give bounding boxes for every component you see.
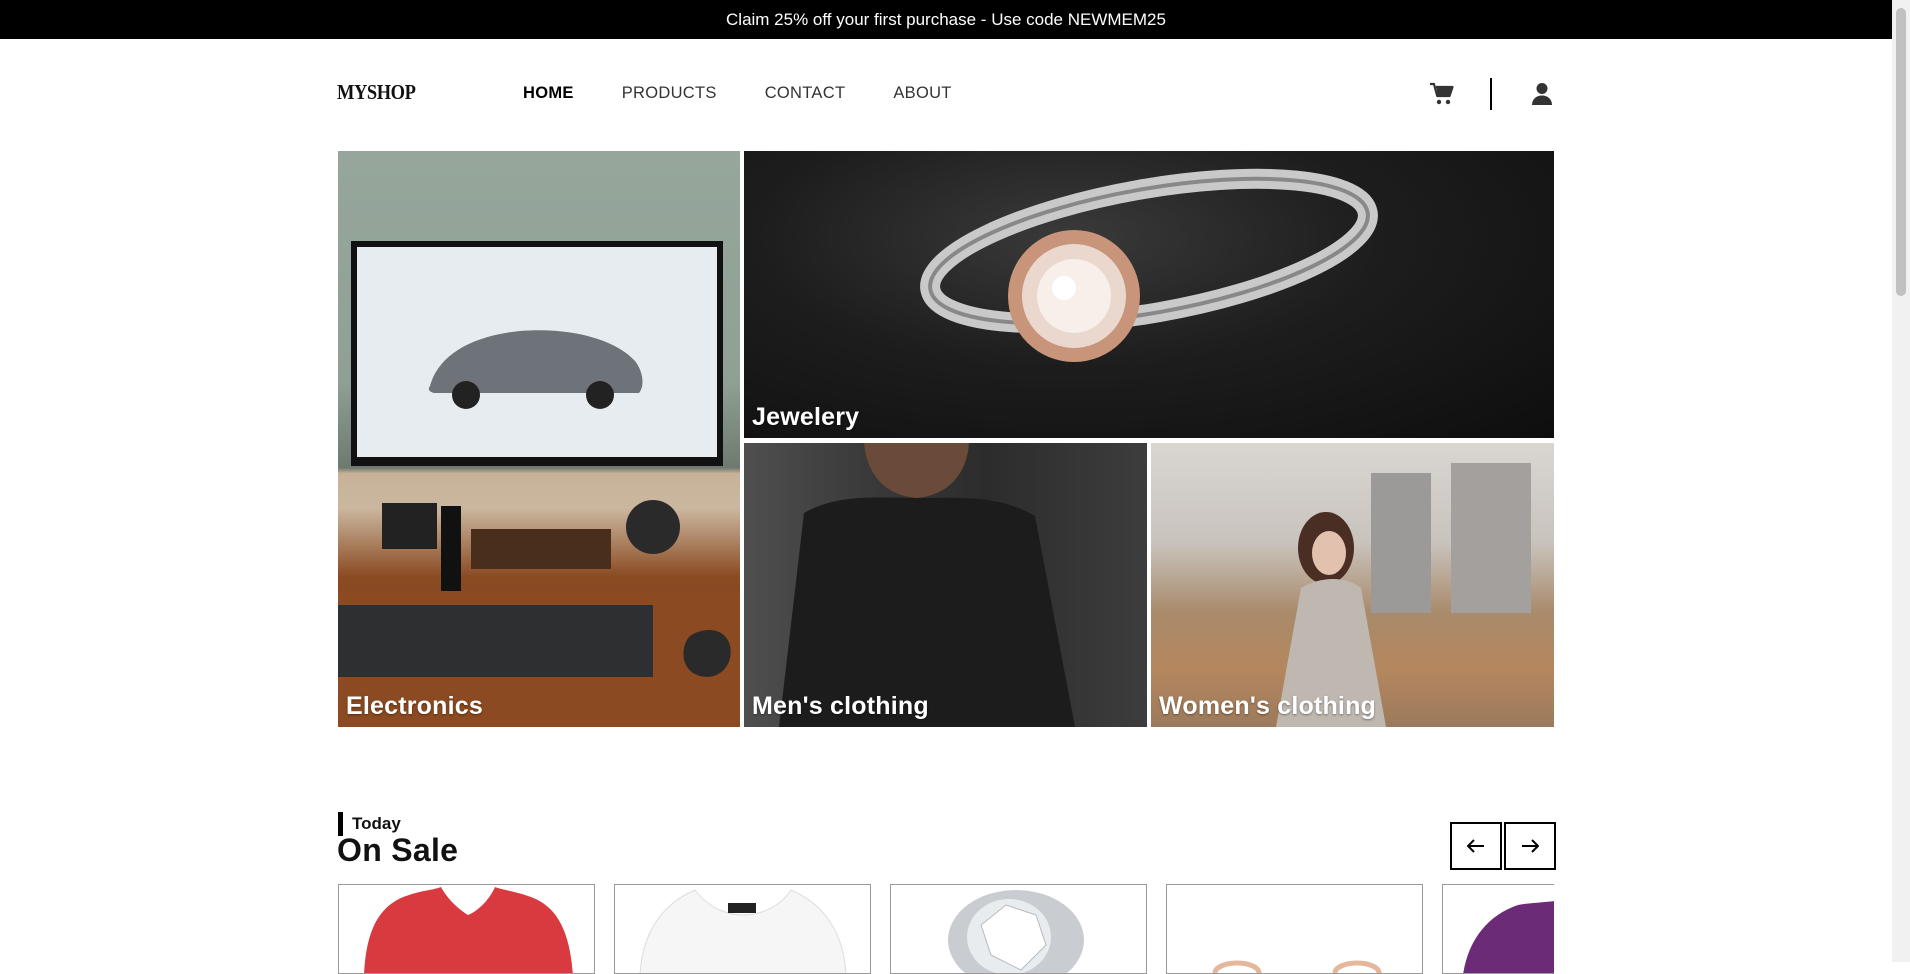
promo-text: Claim 25% off your first purchase - Use … xyxy=(726,9,1166,29)
category-label: Women's clothing xyxy=(1159,692,1377,720)
nav-item-about[interactable]: ABOUT xyxy=(893,84,951,103)
category-label: Electronics xyxy=(346,692,483,720)
header-actions xyxy=(1428,78,1556,110)
product-image-purple-shirt xyxy=(1463,901,1554,973)
page-scrollbar[interactable] xyxy=(1892,0,1910,962)
nav-item-contact[interactable]: CONTACT xyxy=(765,84,846,103)
nav-item-products[interactable]: PRODUCTS xyxy=(622,84,717,103)
product-card[interactable] xyxy=(338,884,595,974)
product-image-diamond-ring xyxy=(948,890,1084,973)
category-tile-jewelery[interactable]: Jewelery xyxy=(744,151,1554,438)
ring-image xyxy=(920,168,1378,362)
product-image-red-shirt xyxy=(364,887,573,973)
section-title: On Sale xyxy=(337,832,459,868)
product-card[interactable] xyxy=(1166,884,1423,974)
category-tile-womens-clothing[interactable]: Women's clothing xyxy=(1151,443,1554,727)
product-card[interactable] xyxy=(1442,884,1554,974)
product-card[interactable] xyxy=(614,884,871,974)
user-icon xyxy=(1532,83,1552,105)
monitor-image xyxy=(338,241,740,727)
scrollbar-thumb[interactable] xyxy=(1896,8,1906,296)
cart-icon xyxy=(1430,82,1454,105)
category-label: Jewelery xyxy=(752,403,860,431)
woman-image xyxy=(1276,463,1531,727)
account-button[interactable] xyxy=(1528,79,1556,109)
main-nav: HOME PRODUCTS CONTACT ABOUT xyxy=(523,84,952,103)
category-tile-mens-clothing[interactable]: Men's clothing xyxy=(744,443,1147,727)
site-logo[interactable]: MYSHOP xyxy=(337,80,416,105)
arrow-left-icon xyxy=(1467,839,1484,853)
carousel-prev-button[interactable] xyxy=(1450,822,1502,870)
man-image xyxy=(779,443,1075,727)
carousel-next-button[interactable] xyxy=(1504,822,1556,870)
header-divider xyxy=(1490,78,1492,110)
promo-banner: Claim 25% off your first purchase - Use … xyxy=(0,0,1892,39)
product-card[interactable] xyxy=(890,884,1147,974)
category-label: Men's clothing xyxy=(752,692,929,720)
category-tile-electronics[interactable]: Electronics xyxy=(338,151,740,727)
arrow-right-icon xyxy=(1522,839,1539,853)
product-image-white-top xyxy=(639,889,847,973)
cart-button[interactable] xyxy=(1428,79,1456,109)
nav-item-home[interactable]: HOME xyxy=(523,84,574,103)
product-image-rings xyxy=(1212,960,1382,973)
